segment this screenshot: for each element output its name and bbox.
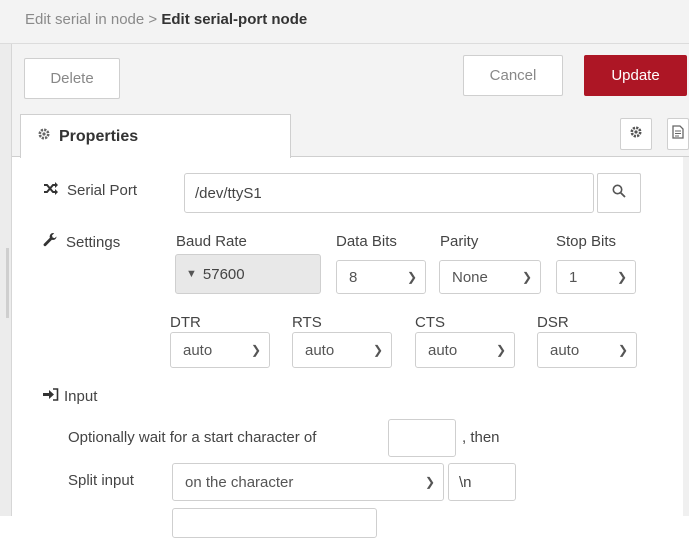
chevron-down-icon: ❯ [616, 270, 627, 284]
update-button[interactable]: Update [584, 55, 687, 96]
serial-port-search-button[interactable] [597, 173, 641, 213]
baud-rate-value: 57600 [202, 265, 245, 283]
stop-bits-select[interactable]: 1 ❯ [556, 260, 636, 294]
gear-icon [629, 125, 643, 144]
search-icon [612, 184, 626, 202]
breadcrumb-separator: > [148, 11, 158, 28]
dtr-select[interactable]: auto ❯ [170, 332, 270, 368]
split-input-value: on the character [185, 473, 294, 491]
chevron-down-icon: ❯ [406, 270, 417, 284]
split-input-label: Split input [68, 472, 134, 489]
serial-port-label-text: Serial Port [67, 182, 138, 199]
document-icon [672, 124, 684, 144]
scrollbar[interactable] [683, 157, 689, 516]
data-bits-value: 8 [349, 268, 358, 286]
cts-select[interactable]: auto ❯ [415, 332, 515, 368]
sign-in-icon [43, 388, 59, 405]
cts-value: auto [428, 341, 458, 359]
parity-label: Parity [440, 233, 479, 250]
next-row-field[interactable] [172, 508, 377, 538]
dtr-value: auto [183, 341, 213, 359]
input-section-label-text: Input [64, 388, 98, 405]
resize-handle[interactable] [6, 248, 9, 318]
breadcrumb-parent[interactable]: Edit serial in node [25, 11, 144, 28]
data-bits-label: Data Bits [336, 233, 397, 250]
chevron-down-icon: ❯ [617, 343, 628, 357]
chevron-down-icon: ❯ [250, 343, 261, 357]
serial-port-label: Serial Port [43, 182, 137, 199]
data-bits-select[interactable]: 8 ❯ [336, 260, 426, 294]
parity-select[interactable]: None ❯ [439, 260, 541, 294]
start-char-suffix: , then [462, 429, 500, 446]
rts-value: auto [305, 341, 335, 359]
stop-bits-value: 1 [569, 268, 578, 286]
settings-label: Settings [43, 233, 120, 252]
tab-properties-label: Properties [59, 127, 139, 145]
chevron-down-icon: ❯ [521, 270, 532, 284]
shuffle-icon [43, 182, 59, 199]
start-char-prefix: Optionally wait for a start character of [68, 429, 317, 446]
chevron-down-icon: ❯ [372, 343, 383, 357]
tab-description[interactable] [667, 118, 689, 150]
tab-settings[interactable] [620, 118, 652, 150]
stop-bits-label: Stop Bits [556, 233, 617, 250]
parity-value: None [452, 268, 488, 286]
chevron-down-icon: ❯ [495, 343, 506, 357]
caret-down-icon: ▼ [186, 268, 197, 280]
delete-button[interactable]: Delete [24, 58, 120, 99]
split-char-input[interactable]: \n [448, 463, 516, 501]
dsr-label: DSR [537, 314, 569, 331]
cts-label: CTS [415, 314, 445, 331]
input-section-label: Input [43, 388, 97, 405]
wrench-icon [43, 233, 58, 252]
rts-label: RTS [292, 314, 322, 331]
breadcrumb-current: Edit serial-port node [161, 11, 308, 28]
cancel-button[interactable]: Cancel [463, 55, 563, 96]
tab-properties[interactable]: Properties [20, 114, 291, 158]
gear-icon [37, 127, 51, 146]
rts-select[interactable]: auto ❯ [292, 332, 392, 368]
split-input-select[interactable]: on the character ❯ [172, 463, 444, 501]
start-char-input[interactable] [388, 419, 456, 457]
chevron-down-icon: ❯ [424, 475, 435, 489]
dtr-label: DTR [170, 314, 201, 331]
baud-rate-combo[interactable]: ▼ 57600 [175, 254, 321, 294]
serial-port-input[interactable]: /dev/ttyS1 [184, 173, 594, 213]
breadcrumb: Edit serial in node > Edit serial-port n… [25, 11, 307, 28]
baud-rate-label: Baud Rate [176, 233, 247, 250]
dsr-value: auto [550, 341, 580, 359]
settings-label-text: Settings [66, 234, 121, 251]
dsr-select[interactable]: auto ❯ [537, 332, 637, 368]
